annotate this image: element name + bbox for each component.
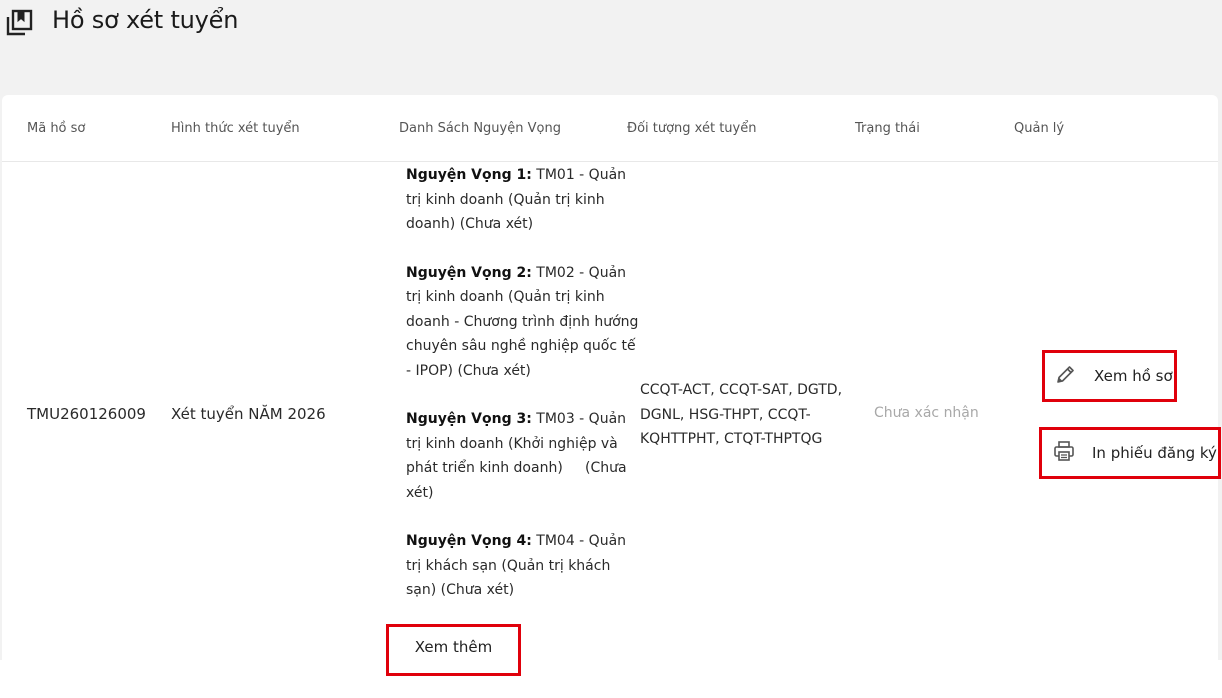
column-header-hinh-thuc: Hình thức xét tuyển [171, 121, 300, 136]
wish-item: Nguyện Vọng 2: TM02 - Quản trị kinh doan… [406, 261, 642, 384]
table-header: Mã hồ sơ Hình thức xét tuyển Danh Sách N… [2, 95, 1218, 162]
printer-icon [1052, 439, 1076, 467]
print-form-label: In phiếu đăng ký [1092, 444, 1217, 462]
bookmarks-icon [4, 8, 34, 38]
pencil-icon [1054, 362, 1078, 390]
status-text: Chưa xác nhận [874, 405, 979, 421]
see-more-button[interactable]: Xem thêm [386, 624, 521, 676]
wish-list: Nguyện Vọng 1: TM01 - Quản trị kinh doan… [406, 163, 642, 627]
wish-label: Nguyện Vọng 1: [406, 167, 532, 183]
wish-item: Nguyện Vọng 4: TM04 - Quản trị khách sạn… [406, 529, 642, 603]
column-header-ma-ho-so: Mã hồ sơ [27, 121, 86, 136]
wish-item: Nguyện Vọng 3: TM03 - Quản trị kinh doan… [406, 407, 642, 505]
wish-item: Nguyện Vọng 1: TM01 - Quản trị kinh doan… [406, 163, 642, 237]
card-footer [0, 660, 1222, 698]
application-id: TMU260126009 [27, 405, 146, 423]
wish-text: TM02 - Quản trị kinh doanh (Quản trị kin… [406, 264, 639, 379]
column-header-danh-sach: Danh Sách Nguyện Vọng [399, 121, 561, 136]
admission-objects: CCQT-ACT, CCQT-SAT, DGTD, DGNL, HSG-THPT… [640, 382, 843, 447]
print-form-button[interactable]: In phiếu đăng ký [1039, 427, 1221, 479]
page-title: Hồ sơ xét tuyển [52, 6, 239, 34]
column-header-trang-thai: Trạng thái [855, 121, 920, 136]
view-profile-button[interactable]: Xem hồ sơ [1042, 350, 1177, 402]
applications-table: Mã hồ sơ Hình thức xét tuyển Danh Sách N… [2, 95, 1218, 660]
view-profile-label: Xem hồ sơ [1094, 367, 1173, 385]
column-header-doi-tuong: Đối tượng xét tuyển [627, 121, 757, 136]
admission-method: Xét tuyển NĂM 2026 [171, 405, 326, 423]
column-header-quan-ly: Quản lý [1014, 121, 1065, 136]
page-header: Hồ sơ xét tuyển [0, 0, 1222, 95]
wish-label: Nguyện Vọng 2: [406, 264, 532, 281]
wish-label: Nguyện Vọng 4: [406, 533, 532, 549]
wish-label: Nguyện Vọng 3: [406, 411, 532, 427]
